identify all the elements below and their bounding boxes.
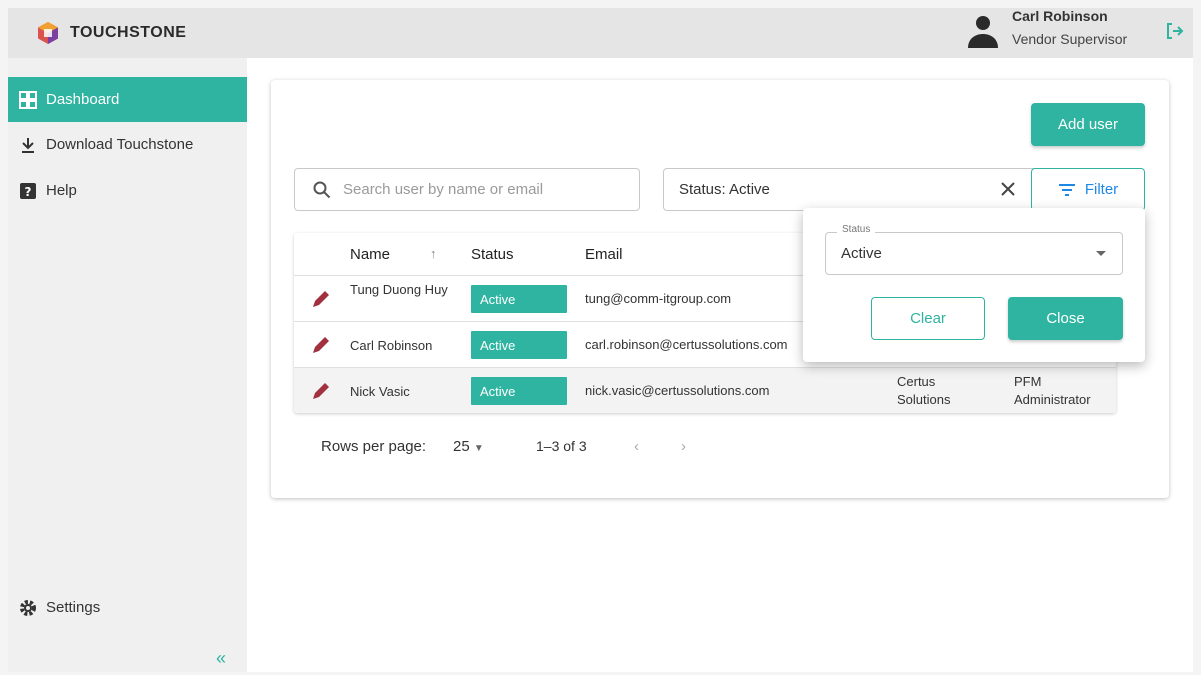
sidebar-item-label: Download Touchstone <box>46 136 194 153</box>
gear-icon <box>20 599 36 616</box>
edit-icon[interactable] <box>310 288 332 310</box>
company-cell: Certus Solutions <box>897 374 951 407</box>
status-select-label: Status <box>837 224 876 235</box>
email-cell: tung@comm-itgroup.com <box>585 291 732 306</box>
logout-icon[interactable] <box>1164 21 1184 41</box>
user-avatar-icon[interactable] <box>966 12 1000 50</box>
top-bar: TOUCHSTONE Carl Robinson Vendor Supervis… <box>8 8 1193 58</box>
sidebar-item-label: Settings <box>46 599 101 616</box>
email-cell: carl.robinson@certussolutions.com <box>585 337 788 352</box>
user-role: Vendor Supervisor <box>1012 31 1128 47</box>
touchstone-logo-icon <box>38 22 58 44</box>
edit-icon[interactable] <box>310 380 332 402</box>
close-button[interactable]: Close <box>1008 297 1123 340</box>
clear-button[interactable]: Clear <box>871 297 985 340</box>
user-name-cell: Nick Vasic <box>350 384 410 399</box>
email-cell: nick.vasic@certussolutions.com <box>585 383 770 398</box>
main-content: Add user Status: Active Filter Name ↑ <box>247 58 1193 672</box>
status-select-value: Active <box>841 245 882 262</box>
caret-down-icon <box>1096 251 1106 256</box>
download-icon <box>22 137 34 153</box>
status-select[interactable]: Active <box>825 232 1123 275</box>
user-name-cell: Tung Duong Huy <box>350 282 448 297</box>
sidebar-item-label: Help <box>46 182 77 199</box>
search-box[interactable] <box>294 168 640 211</box>
help-icon: ? <box>20 182 36 199</box>
add-user-button[interactable]: Add user <box>1031 103 1145 146</box>
user-name-cell: Carl Robinson <box>350 338 433 353</box>
previous-page-icon[interactable]: ‹ <box>634 438 639 455</box>
search-input[interactable] <box>343 181 623 198</box>
filter-label: Filter <box>1084 181 1119 198</box>
rows-per-page-select[interactable]: 25 ▼ <box>453 438 484 455</box>
app-name: TOUCHSTONE <box>70 24 187 41</box>
filter-icon <box>1058 183 1075 196</box>
sort-arrow-icon[interactable]: ↑ <box>430 246 437 261</box>
column-header-email[interactable]: Email <box>585 246 623 263</box>
status-filter-chip[interactable]: Status: Active <box>663 168 1037 211</box>
svg-text:?: ? <box>25 185 32 199</box>
sidebar-item-dashboard[interactable]: Dashboard <box>8 77 247 122</box>
rows-per-page-value: 25 <box>453 438 470 455</box>
page-range: 1–3 of 3 <box>536 438 587 454</box>
sidebar-item-settings[interactable]: Settings <box>8 585 247 630</box>
chevron-down-icon: ▼ <box>473 443 484 454</box>
sidebar: Dashboard Download Touchstone ? Help Set… <box>8 58 247 672</box>
status-chip-label: Status: Active <box>679 181 770 198</box>
search-icon <box>313 181 331 198</box>
sidebar-item-help[interactable]: ? Help <box>8 168 247 213</box>
status-badge: Active <box>471 377 567 405</box>
close-icon[interactable] <box>998 179 1018 199</box>
app-logo[interactable]: TOUCHSTONE <box>36 21 186 45</box>
status-badge: Active <box>471 285 567 313</box>
collapse-sidebar-icon[interactable]: « <box>216 648 226 669</box>
sidebar-item-label: Dashboard <box>46 91 120 108</box>
user-name: Carl Robinson <box>1012 8 1108 24</box>
role-cell: PFM Administrator <box>1014 374 1091 407</box>
filter-popup: Active Status Clear Close <box>803 208 1145 362</box>
column-header-status[interactable]: Status <box>471 246 514 263</box>
sidebar-item-download[interactable]: Download Touchstone <box>8 122 247 167</box>
status-badge: Active <box>471 331 567 359</box>
next-page-icon[interactable]: › <box>681 438 686 455</box>
rows-per-page-label: Rows per page: <box>321 438 427 455</box>
filter-button[interactable]: Filter <box>1031 168 1145 211</box>
edit-icon[interactable] <box>310 334 332 356</box>
dashboard-icon <box>19 90 37 109</box>
column-header-name[interactable]: Name <box>350 246 390 263</box>
table-row[interactable]: Nick Vasic Active nick.vasic@certussolut… <box>294 368 1116 413</box>
